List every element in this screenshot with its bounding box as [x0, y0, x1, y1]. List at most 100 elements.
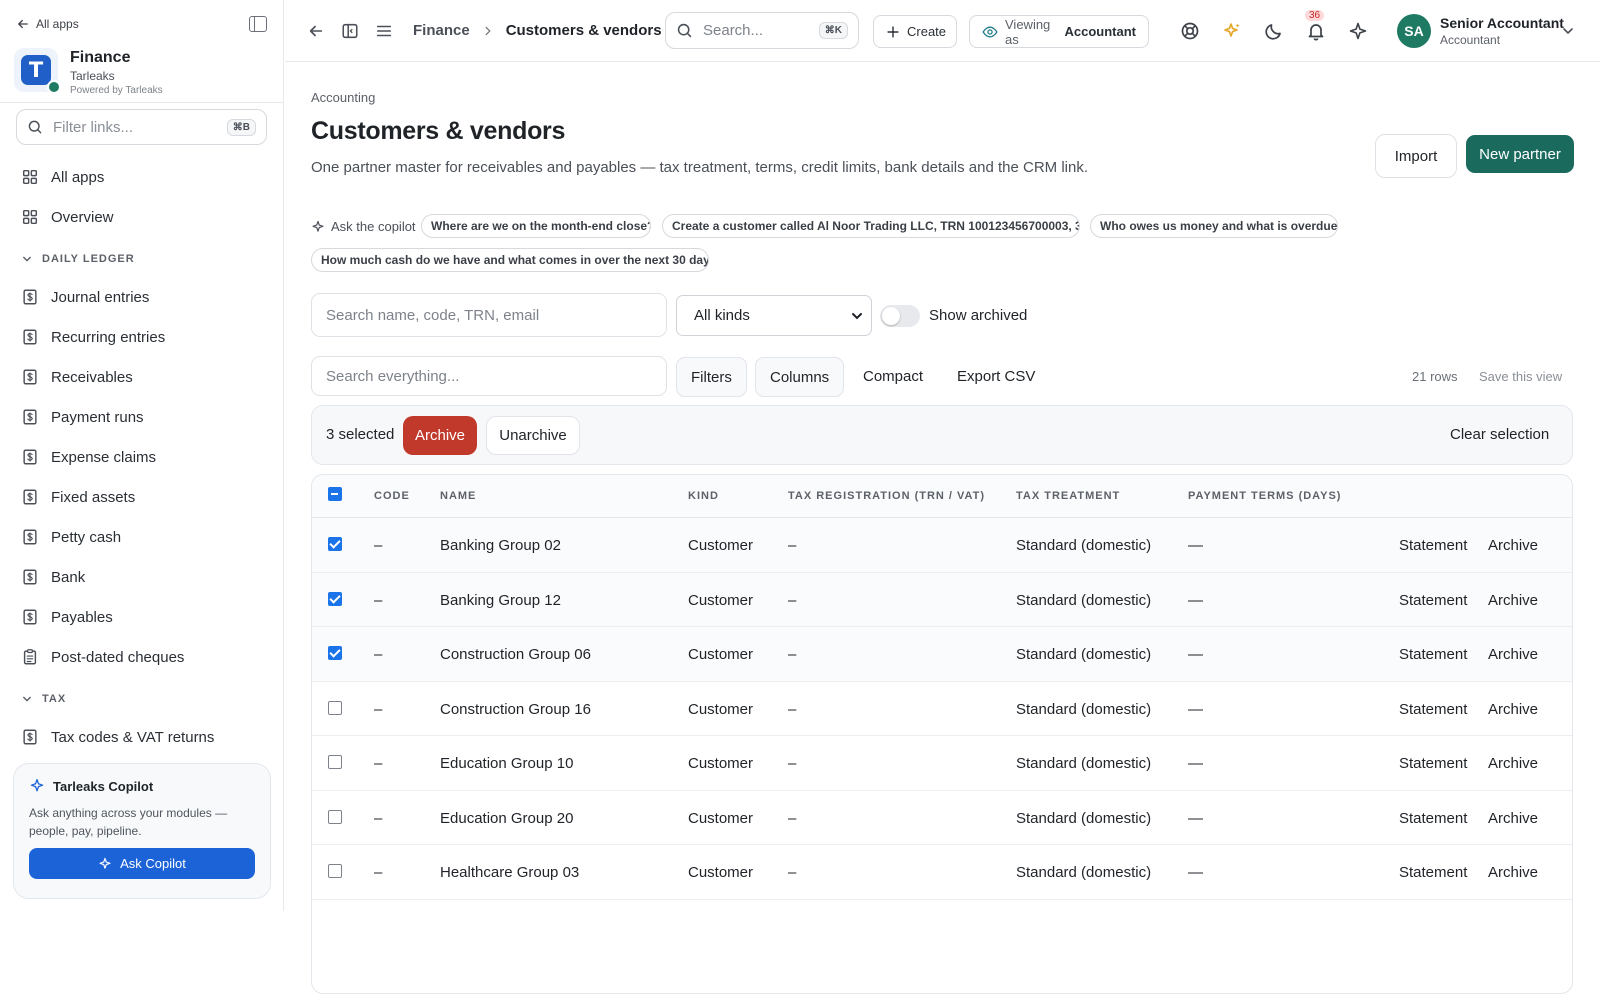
- table-row[interactable]: – Banking Group 12 Customer – Standard (dome…: [312, 572, 1572, 627]
- copilot-suggestion-chip[interactable]: How much cash do we have and what comes …: [311, 248, 709, 272]
- column-header-code[interactable]: Code: [374, 490, 410, 502]
- column-header-tax-treatment[interactable]: Tax treatment: [1016, 490, 1120, 502]
- sidebar-item-overview[interactable]: Overview: [0, 197, 283, 237]
- new-partner-button[interactable]: New partner: [1466, 135, 1574, 173]
- search-icon: [677, 23, 692, 38]
- sparkles-icon[interactable]: [1222, 21, 1242, 41]
- back-arrow-icon[interactable]: [307, 22, 325, 40]
- create-button[interactable]: Create: [873, 15, 957, 48]
- column-header-kind[interactable]: Kind: [688, 490, 719, 502]
- statement-link[interactable]: Statement: [1399, 701, 1467, 718]
- sidebar-item-all-apps[interactable]: All apps: [0, 157, 283, 197]
- statement-link[interactable]: Statement: [1399, 592, 1467, 609]
- sidebar-item-tax-codes-vat-returns[interactable]: Tax codes & VAT returns: [0, 717, 283, 757]
- moon-icon[interactable]: [1264, 21, 1284, 41]
- app-brand: T Finance Tarleaks Powered by Tarleaks: [0, 48, 283, 100]
- copilot-suggestion-chip[interactable]: Where are we on the month-end close?: [421, 214, 651, 238]
- sidebar-item-receivables[interactable]: Receivables: [0, 357, 283, 397]
- chevron-down-icon[interactable]: [1562, 26, 1574, 36]
- all-apps-back-link[interactable]: All apps: [16, 17, 79, 31]
- statement-link[interactable]: Statement: [1399, 864, 1467, 881]
- archive-link[interactable]: Archive: [1488, 537, 1538, 554]
- row-checkbox[interactable]: [328, 809, 342, 824]
- help-lifebuoy-icon[interactable]: [1180, 21, 1200, 41]
- sidebar-section-tax[interactable]: TAX: [0, 677, 283, 717]
- archive-link[interactable]: Archive: [1488, 755, 1538, 772]
- archive-link[interactable]: Archive: [1488, 701, 1538, 718]
- copilot-suggestion-chip[interactable]: Who owes us money and what is overdue?: [1090, 214, 1338, 238]
- table-row[interactable]: – Construction Group 06 Customer – Standard …: [312, 627, 1572, 682]
- archive-link[interactable]: Archive: [1488, 810, 1538, 827]
- row-checkbox[interactable]: [328, 864, 342, 878]
- table-row[interactable]: – Education Group 20 Customer – Standard (do…: [312, 791, 1572, 845]
- table-row[interactable]: – Construction Group 16 Customer – Standard …: [312, 682, 1572, 736]
- global-search-input[interactable]: Search... ⌘K: [665, 12, 859, 49]
- partner-search-input[interactable]: Search name, code, TRN, email: [311, 293, 667, 337]
- archive-link[interactable]: Archive: [1488, 592, 1538, 609]
- archive-link[interactable]: Archive: [1488, 864, 1538, 881]
- select-all-checkbox[interactable]: [328, 487, 342, 501]
- collapse-sidebar-icon[interactable]: [249, 16, 267, 32]
- row-checkbox[interactable]: [328, 755, 342, 769]
- cell-kind: Customer: [688, 755, 754, 772]
- row-checkbox[interactable]: [328, 700, 342, 715]
- sidebar-item-petty-cash[interactable]: Petty cash: [0, 517, 283, 557]
- ledger-icon: [23, 729, 37, 745]
- archive-link[interactable]: Archive: [1488, 646, 1538, 663]
- column-header-tax-registration[interactable]: Tax registration (TRN / VAT): [788, 490, 985, 502]
- statement-link[interactable]: Statement: [1399, 755, 1467, 772]
- viewing-as-button[interactable]: Viewing as Accountant: [969, 15, 1149, 48]
- table-row[interactable]: – Healthcare Group 03 Customer – Standard (d…: [312, 845, 1572, 900]
- user-menu[interactable]: Senior Accountant Accountant: [1440, 15, 1564, 48]
- table-row[interactable]: – Banking Group 02 Customer – Standard (dome…: [312, 518, 1572, 573]
- breadcrumb-finance[interactable]: Finance: [413, 22, 470, 39]
- avatar[interactable]: SA: [1397, 14, 1431, 48]
- show-archived-toggle[interactable]: [880, 305, 920, 327]
- statement-link[interactable]: Statement: [1399, 537, 1467, 554]
- copilot-suggestion-chip[interactable]: Create a customer called Al Noor Trading…: [662, 214, 1080, 238]
- sidebar-item-recurring-entries[interactable]: Recurring entries: [0, 317, 283, 357]
- sidebar-item-journal-entries[interactable]: Journal entries: [0, 277, 283, 317]
- cell-tax-treatment: Standard (domestic): [1016, 809, 1152, 827]
- menu-icon[interactable]: [375, 22, 393, 40]
- search-everything-input[interactable]: Search everything...: [311, 356, 667, 396]
- ai-sparkle-icon[interactable]: [1348, 21, 1368, 41]
- import-button[interactable]: Import: [1375, 134, 1457, 178]
- sidebar-divider: [0, 102, 283, 103]
- compact-toggle-button[interactable]: Compact: [863, 368, 923, 385]
- save-view-button[interactable]: Save this view: [1479, 369, 1562, 384]
- cell-tax-treatment: Standard (domestic): [1016, 646, 1152, 663]
- plus-icon: [887, 25, 899, 38]
- chevron-right-icon: [485, 26, 491, 35]
- sidebar-item-payables[interactable]: Payables: [0, 597, 283, 637]
- statement-link[interactable]: Statement: [1399, 810, 1467, 827]
- clear-selection-button[interactable]: Clear selection: [1450, 426, 1549, 443]
- columns-button[interactable]: Columns: [755, 357, 845, 397]
- column-header-name[interactable]: Name: [440, 490, 476, 502]
- copilot-card-title-text: Tarleaks Copilot: [53, 778, 154, 794]
- filter-links-input[interactable]: Filter links... ⌘B: [16, 109, 267, 145]
- bulk-unarchive-button[interactable]: Unarchive: [486, 416, 580, 455]
- sidebar-item-payment-runs[interactable]: Payment runs: [0, 397, 283, 437]
- sidebar-item-label: Recurring entries: [51, 328, 166, 346]
- row-checkbox[interactable]: [328, 591, 342, 606]
- bell-icon[interactable]: [1306, 21, 1326, 41]
- export-csv-button[interactable]: Export CSV: [957, 368, 1035, 385]
- row-checkbox[interactable]: [328, 537, 342, 551]
- sidebar-item-expense-claims[interactable]: Expense claims: [0, 437, 283, 477]
- sidebar-item-post-dated-cheques[interactable]: Post-dated cheques: [0, 637, 283, 677]
- column-header-payment-terms[interactable]: Payment terms (days): [1188, 490, 1341, 502]
- filters-button[interactable]: Filters: [676, 357, 747, 397]
- sidebar-item-fixed-assets[interactable]: Fixed assets: [0, 477, 283, 517]
- row-checkbox[interactable]: [328, 646, 342, 660]
- sidebar-section-daily-ledger[interactable]: DAILY LEDGER: [0, 237, 283, 277]
- sidebar-toggle-icon[interactable]: [341, 22, 359, 40]
- statement-link[interactable]: Statement: [1399, 646, 1467, 663]
- table-row[interactable]: – Education Group 10 Customer – Standard (do…: [312, 736, 1572, 791]
- sidebar-item-bank[interactable]: Bank: [0, 557, 283, 597]
- bulk-archive-button[interactable]: Archive: [403, 416, 477, 455]
- kind-select[interactable]: All kinds: [676, 295, 872, 336]
- cell-name: Healthcare Group 03: [440, 864, 580, 881]
- cell-code: –: [374, 700, 383, 718]
- ask-copilot-button[interactable]: Ask Copilot: [29, 848, 255, 879]
